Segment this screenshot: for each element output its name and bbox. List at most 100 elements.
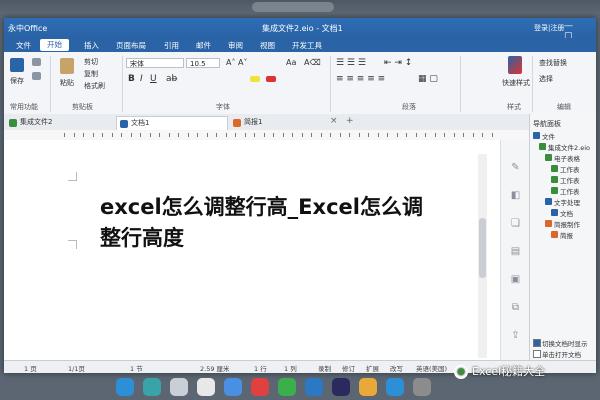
tab-presentation1[interactable]: 简报1 — [230, 116, 334, 130]
add-tab-icon[interactable]: + — [346, 116, 354, 126]
tab-integrated-file[interactable]: 集成文件2 — [6, 116, 114, 130]
status-record[interactable]: 录制 — [318, 363, 331, 373]
files-icon[interactable] — [278, 378, 296, 396]
paste-icon[interactable] — [60, 58, 74, 74]
font-color-icon[interactable] — [266, 76, 276, 82]
tab-document1[interactable]: 文档1 — [116, 116, 228, 130]
app-name: 永中Office — [8, 24, 48, 33]
appstore-icon[interactable] — [224, 378, 242, 396]
media-icon[interactable] — [251, 378, 269, 396]
separator — [460, 56, 461, 112]
copy-icon[interactable]: ⧉ — [510, 302, 521, 313]
nav-node-icon — [545, 198, 552, 205]
nav-tree-item[interactable]: 工作表 — [560, 164, 580, 174]
switch-checkbox[interactable] — [533, 339, 541, 347]
copy-button[interactable]: 复制 — [84, 69, 98, 79]
grow-font-icon[interactable]: A˄ A˅ — [226, 58, 248, 67]
status-revise[interactable]: 修订 — [342, 363, 355, 373]
settings-icon[interactable] — [170, 378, 188, 396]
nav-tree-item[interactable]: 工作表 — [560, 175, 580, 185]
bold-icon[interactable]: B — [128, 74, 135, 84]
ruler-tick — [187, 133, 189, 137]
nav-tree-item[interactable]: 简报 — [560, 230, 573, 240]
single-click-checkbox[interactable] — [533, 350, 541, 358]
vertical-scrollbar[interactable] — [478, 154, 487, 358]
menu-insert[interactable]: 插入 — [84, 40, 99, 51]
scrollbar-thumb[interactable] — [479, 218, 486, 278]
power-icon[interactable] — [386, 378, 404, 396]
font-name-select[interactable]: 宋体 — [126, 58, 184, 68]
save-button[interactable]: 保存 — [10, 76, 24, 86]
ruler-tick — [102, 133, 103, 137]
menu-file[interactable]: 文件 — [16, 40, 31, 51]
font-size-select[interactable]: 10.5 — [186, 58, 220, 68]
edit-icon[interactable]: ✎ — [510, 162, 521, 173]
nav-tree-item[interactable]: 电子表格 — [554, 153, 580, 163]
document-heading[interactable]: excel怎么调整行高_Excel怎么调 整行高度 — [100, 192, 510, 254]
align-icons[interactable]: ≡ ≡ ≡ ≡ ≡ — [336, 74, 385, 84]
status-extend[interactable]: 扩展 — [366, 363, 379, 373]
document-icon — [120, 120, 128, 128]
ruler-tick — [235, 133, 236, 137]
calendar-icon[interactable] — [197, 378, 215, 396]
close-tab-icon[interactable]: × — [330, 116, 338, 126]
desktop-search-pill[interactable] — [252, 2, 334, 12]
clear-format-icon[interactable]: A⌫ — [304, 58, 321, 67]
save-icon[interactable] — [10, 58, 24, 72]
clipboard-icon[interactable]: ▤ — [510, 246, 521, 257]
indent-icon[interactable]: ⇤ ⇥ ↕ — [384, 58, 412, 68]
image-icon[interactable]: ▣ — [510, 274, 521, 285]
nav-tree-item[interactable]: 文档 — [560, 208, 573, 218]
undo-icon[interactable] — [32, 58, 41, 66]
title-bar: 永中Office 集成文件2.eio - 文档1 登录|注册 — ▢ ✕ — [4, 18, 596, 51]
group-paragraph: 段落 — [402, 103, 416, 111]
export-icon[interactable]: ⇪ — [510, 330, 521, 341]
bullets-icon[interactable]: ☰ ☰ ☰ — [336, 58, 366, 68]
menu-review[interactable]: 审阅 — [228, 40, 243, 51]
select-button[interactable]: 选择 — [539, 74, 553, 84]
nav-tree-item[interactable]: 文件 — [542, 131, 555, 141]
vscode-icon[interactable] — [305, 378, 323, 396]
browser-icon[interactable] — [116, 378, 134, 396]
nav-tree-item[interactable]: 集成文件2.eio — [548, 142, 590, 152]
italic-icon[interactable]: I — [140, 74, 143, 84]
trash-icon[interactable] — [413, 378, 431, 396]
find-replace-button[interactable]: 查找替换 — [539, 58, 567, 68]
quick-style-icon[interactable] — [508, 56, 522, 74]
ps-icon[interactable] — [332, 378, 350, 396]
menu-view[interactable]: 视图 — [260, 40, 275, 51]
menu-mailings[interactable]: 邮件 — [196, 40, 211, 51]
terminal-icon[interactable] — [143, 378, 161, 396]
format-painter-button[interactable]: 格式刷 — [84, 81, 105, 91]
underline-icon[interactable]: U — [150, 74, 157, 84]
nav-node-icon — [551, 209, 558, 216]
login-link[interactable]: 登录|注册 — [534, 23, 564, 33]
change-case-icon[interactable]: Aa — [286, 58, 296, 67]
switch-label: 切换文档时显示 — [542, 340, 588, 348]
style-icon[interactable]: ❏ — [510, 218, 521, 229]
music-icon[interactable] — [359, 378, 377, 396]
tab-label: 文档1 — [131, 119, 150, 127]
document-canvas[interactable]: excel怎么调整行高_Excel怎么调 整行高度 — [4, 140, 529, 360]
menu-references[interactable]: 引用 — [164, 40, 179, 51]
highlight-icon[interactable] — [250, 76, 260, 82]
menu-page-layout[interactable]: 页面布局 — [116, 40, 146, 51]
shading-icon[interactable]: ▦ ▢ — [418, 74, 438, 84]
ruler-tick — [121, 133, 122, 137]
paste-button[interactable]: 粘贴 — [60, 78, 74, 88]
nav-tree-item[interactable]: 文字处理 — [554, 197, 580, 207]
status-overtype[interactable]: 改写 — [390, 363, 403, 373]
file-icon — [9, 119, 17, 127]
format-icon[interactable]: ◧ — [510, 190, 521, 201]
strikethrough-icon[interactable]: ab̶ — [166, 74, 177, 84]
nav-tree-item[interactable]: 简报制作 — [554, 219, 580, 229]
menu-developer[interactable]: 开发工具 — [292, 40, 322, 51]
status-line: 1 行 — [254, 365, 267, 373]
nav-tree-item[interactable]: 工作表 — [560, 186, 580, 196]
quick-style-button[interactable]: 快速样式 — [502, 78, 530, 88]
ruler-tick — [387, 133, 388, 137]
cut-button[interactable]: 剪切 — [84, 57, 98, 67]
ruler-tick — [349, 133, 350, 137]
menu-home[interactable]: 开始 — [40, 39, 69, 51]
redo-icon[interactable] — [32, 72, 41, 80]
